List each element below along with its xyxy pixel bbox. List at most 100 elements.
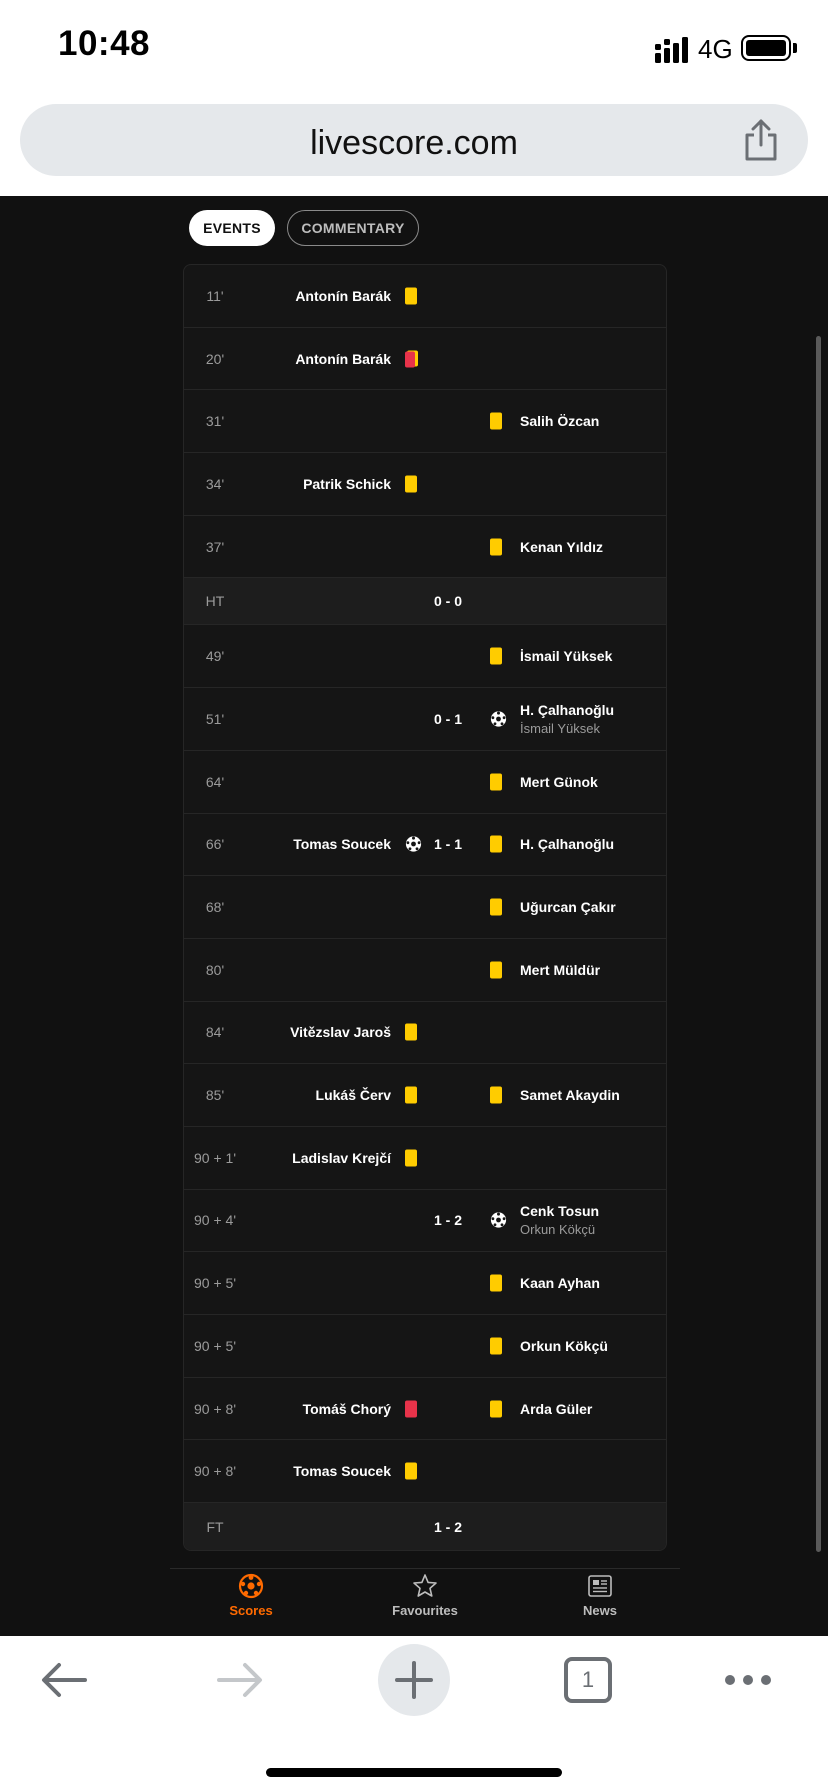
event-minute: 90 + 5' bbox=[194, 1275, 236, 1292]
event-minute: 51' bbox=[205, 710, 225, 727]
event-minute: 90 + 8' bbox=[194, 1463, 236, 1480]
arrow-right-icon bbox=[217, 1663, 262, 1697]
home-player-name: Tomáš Chorý bbox=[302, 1400, 391, 1417]
event-minute: 90 + 1' bbox=[194, 1149, 236, 1166]
away-event-icon bbox=[490, 961, 502, 979]
away-player-name: Kenan Yıldız bbox=[520, 538, 603, 555]
away-event-icon bbox=[490, 1086, 502, 1104]
home-event-icon bbox=[405, 1086, 417, 1104]
battery-icon bbox=[741, 35, 791, 61]
nav-favourites[interactable]: Favourites bbox=[370, 1573, 480, 1618]
tab-commentary[interactable]: COMMENTARY bbox=[287, 210, 419, 246]
away-event-icon bbox=[490, 538, 502, 556]
tab-count: 1 bbox=[564, 1657, 612, 1703]
event-row: 90 + 4' 1 - 2 Cenk Tosun Orkun Kökçü bbox=[184, 1190, 666, 1253]
yellow-card-icon bbox=[490, 1337, 502, 1355]
event-row: 84' Vitězslav Jaroš bbox=[184, 1002, 666, 1065]
away-player-name: Orkun Kökçü bbox=[520, 1337, 608, 1354]
event-score: 0 - 0 bbox=[433, 593, 462, 610]
new-tab-circle bbox=[378, 1644, 450, 1716]
event-minute: FT bbox=[206, 1518, 224, 1535]
away-player-name: İsmail Yüksek bbox=[520, 648, 613, 665]
event-minute: 90 + 4' bbox=[194, 1212, 236, 1229]
away-scorer-block: Cenk Tosun Orkun Kökçü bbox=[520, 1203, 599, 1237]
home-player-name: Vitězslav Jaroš bbox=[290, 1024, 391, 1041]
event-row: 85' Lukáš Červ Samet Akaydin bbox=[184, 1064, 666, 1127]
away-event-icon bbox=[490, 898, 502, 916]
away-player-name: H. Çalhanoğlu bbox=[520, 836, 615, 853]
event-row: 90 + 5' Orkun Kökçü bbox=[184, 1315, 666, 1378]
forward-button[interactable] bbox=[212, 1644, 268, 1716]
home-event-icon bbox=[405, 1023, 417, 1041]
event-minute: 84' bbox=[205, 1024, 225, 1041]
yellow-card-icon bbox=[490, 647, 502, 665]
away-event-icon bbox=[490, 412, 502, 430]
yellow-card-icon bbox=[405, 475, 417, 493]
yellow-card-icon bbox=[405, 287, 417, 305]
away-scorer-block: H. Çalhanoğlu İsmail Yüksek bbox=[520, 702, 614, 736]
scrollbar[interactable] bbox=[816, 336, 821, 1552]
away-player-name: Mert Günok bbox=[520, 773, 598, 790]
nav-favourites-label: Favourites bbox=[392, 1603, 458, 1618]
event-score: 0 - 1 bbox=[433, 710, 462, 727]
home-player-name: Tomas Soucek bbox=[293, 836, 391, 853]
home-player-name: Tomas Soucek bbox=[293, 1463, 391, 1480]
news-icon bbox=[588, 1575, 612, 1597]
away-player-name: Samet Akaydin bbox=[520, 1087, 620, 1104]
event-score: 1 - 2 bbox=[433, 1518, 462, 1535]
signal-strength-icon bbox=[655, 37, 688, 63]
goal-ball-icon bbox=[490, 710, 507, 727]
status-bar: 10:48 4G bbox=[0, 0, 828, 96]
goal-ball-icon bbox=[490, 1212, 507, 1229]
address-bar[interactable]: livescore.com bbox=[20, 104, 808, 176]
away-event-icon bbox=[490, 1274, 502, 1292]
away-player-name: Uğurcan Çakır bbox=[520, 899, 616, 916]
event-row: 68' Uğurcan Çakır bbox=[184, 876, 666, 939]
event-minute: HT bbox=[205, 593, 225, 610]
event-row: 90 + 5' Kaan Ayhan bbox=[184, 1252, 666, 1315]
event-row: 51' 0 - 1 H. Çalhanoğlu İsmail Yüksek bbox=[184, 688, 666, 751]
nav-news-label: News bbox=[583, 1603, 617, 1618]
home-event-icon bbox=[405, 1462, 417, 1480]
away-player-name: Mert Müldür bbox=[520, 961, 601, 978]
event-row: 80' Mert Müldür bbox=[184, 939, 666, 1002]
event-minute: 20' bbox=[205, 350, 225, 367]
event-minute: 11' bbox=[206, 287, 224, 304]
tab-events[interactable]: EVENTS bbox=[189, 210, 275, 246]
event-minute: 90 + 8' bbox=[194, 1400, 236, 1417]
event-score: 1 - 2 bbox=[433, 1212, 462, 1229]
home-event-icon bbox=[405, 350, 418, 368]
yellow-card-icon bbox=[490, 1400, 502, 1418]
home-player-name: Antonín Barák bbox=[295, 287, 391, 304]
away-player-name: H. Çalhanoğlu bbox=[520, 701, 615, 718]
arrow-left-icon bbox=[42, 1663, 87, 1697]
more-dots-icon bbox=[725, 1675, 771, 1685]
nav-scores[interactable]: Scores bbox=[196, 1573, 306, 1618]
share-icon[interactable] bbox=[742, 118, 780, 162]
home-event-icon bbox=[405, 287, 417, 305]
tabs-button[interactable]: 1 bbox=[562, 1644, 614, 1716]
browser-address-area: livescore.com bbox=[0, 96, 828, 196]
assist-player-name: İsmail Yüksek bbox=[520, 720, 600, 736]
home-player-name: Lukáš Červ bbox=[315, 1087, 391, 1104]
back-button[interactable] bbox=[36, 1644, 92, 1716]
event-minute: 68' bbox=[205, 899, 225, 916]
period-row: HT 0 - 0 bbox=[184, 578, 666, 626]
home-event-icon bbox=[405, 1400, 417, 1418]
event-score: 1 - 1 bbox=[433, 836, 462, 853]
away-player-name: Kaan Ayhan bbox=[520, 1275, 600, 1292]
home-event-icon bbox=[405, 475, 417, 493]
nav-news[interactable]: News bbox=[545, 1573, 655, 1618]
new-tab-button[interactable] bbox=[378, 1644, 450, 1716]
football-icon bbox=[238, 1573, 264, 1599]
url-text[interactable]: livescore.com bbox=[20, 124, 808, 163]
yellow-card-icon bbox=[405, 1149, 417, 1167]
more-menu-button[interactable] bbox=[724, 1644, 772, 1716]
event-row: 37' Kenan Yıldız bbox=[184, 516, 666, 579]
event-row: 34' Patrik Schick bbox=[184, 453, 666, 516]
event-minute: 37' bbox=[205, 538, 225, 555]
home-player-name: Antonín Barák bbox=[295, 350, 391, 367]
away-event-icon bbox=[490, 1400, 502, 1418]
status-time: 10:48 bbox=[58, 24, 151, 63]
yellow-card-icon bbox=[490, 835, 502, 853]
